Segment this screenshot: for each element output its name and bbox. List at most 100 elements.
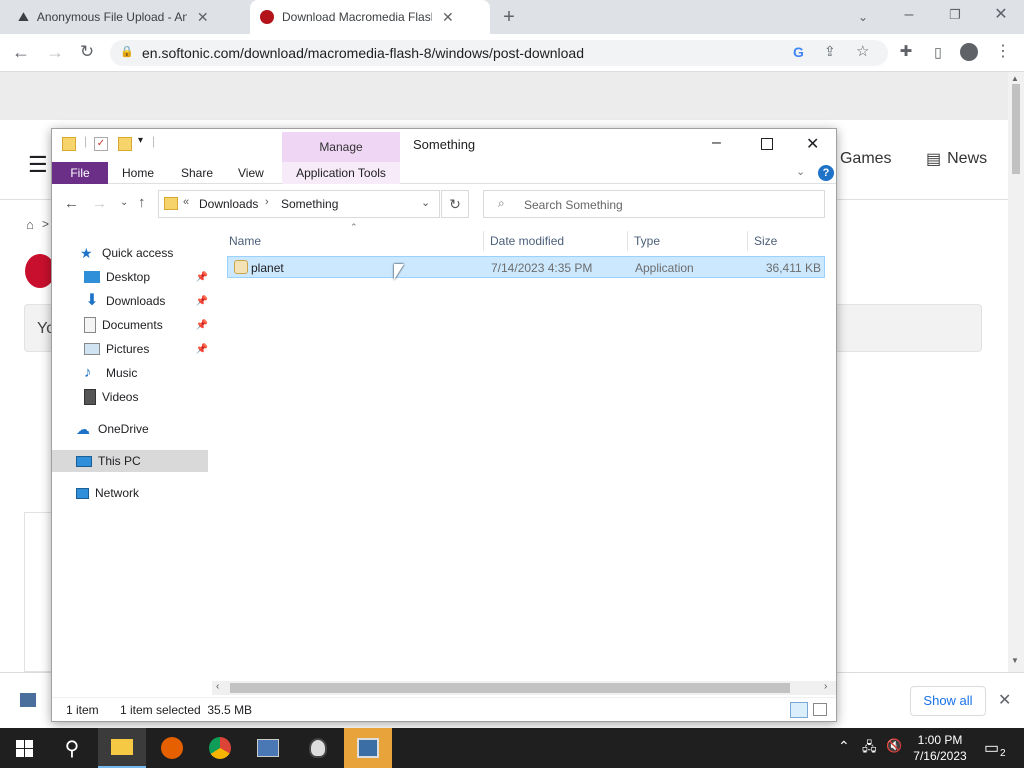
tab-application-tools[interactable]: Application Tools xyxy=(282,162,400,184)
file-explorer-taskbar-button[interactable] xyxy=(98,728,146,768)
videos-icon xyxy=(84,389,96,405)
star-icon: ★ xyxy=(80,245,93,261)
column-name[interactable]: Name xyxy=(229,231,484,251)
large-icons-view-icon[interactable] xyxy=(813,703,827,716)
nav-label: Network xyxy=(95,486,140,500)
close-tab-icon[interactable]: ✕ xyxy=(197,9,209,26)
minimize-icon[interactable]: – xyxy=(712,134,721,152)
windows-logo-icon xyxy=(15,739,33,757)
start-button[interactable] xyxy=(0,728,48,768)
file-size: 36,411 KB xyxy=(765,261,821,275)
breadcrumb-something[interactable]: Something xyxy=(281,197,338,211)
nav-downloads[interactable]: ⬇ Downloads 📌 xyxy=(84,290,208,312)
minimize-window-icon[interactable]: – xyxy=(898,4,920,26)
scrollbar-thumb[interactable] xyxy=(1012,84,1020,174)
mouse-pointer-icon xyxy=(394,264,404,280)
expand-ribbon-icon[interactable]: ⌄ xyxy=(796,165,805,178)
column-date-modified[interactable]: Date modified xyxy=(490,231,628,251)
nav-desktop[interactable]: Desktop 📌 xyxy=(84,266,208,288)
column-size[interactable]: Size xyxy=(754,231,828,251)
qat-dropdown-icon[interactable]: ▾ xyxy=(138,135,143,146)
nav-videos[interactable]: Videos xyxy=(84,386,138,408)
app-taskbar-button[interactable] xyxy=(244,728,292,768)
nav-news[interactable]: ▤ News xyxy=(926,149,987,169)
volume-muted-icon[interactable]: 🔇 xyxy=(886,738,902,754)
close-download-bar-icon[interactable]: ✕ xyxy=(998,690,1011,710)
selection-info: 1 item selected 35.5 MB xyxy=(120,703,253,717)
properties-check-icon[interactable]: ✓ xyxy=(94,137,108,151)
column-type[interactable]: Type xyxy=(634,231,748,251)
bookmark-star-icon[interactable]: ☆ xyxy=(856,42,869,60)
breadcrumb-chevron-icon[interactable]: › xyxy=(265,196,269,208)
horizontal-scroll-thumb[interactable] xyxy=(230,683,790,693)
nav-games-label: Games xyxy=(839,150,892,167)
installer-taskbar-button[interactable] xyxy=(294,728,342,768)
hamburger-icon[interactable]: ☰ xyxy=(28,152,48,178)
nav-onedrive[interactable]: ☁ OneDrive xyxy=(76,418,149,440)
nav-this-pc[interactable]: This PC xyxy=(76,450,141,472)
address-dropdown-icon[interactable]: ⌄ xyxy=(421,196,430,209)
home-icon[interactable]: ⌂ xyxy=(26,217,34,232)
table-row[interactable]: planet 7/14/2023 4:35 PM Application 36,… xyxy=(227,256,825,278)
nav-pictures[interactable]: Pictures 📌 xyxy=(84,338,208,360)
nav-music[interactable]: ♪ Music xyxy=(84,362,137,384)
nav-documents[interactable]: Documents 📌 xyxy=(84,314,208,336)
menu-kebab-icon[interactable]: ⋮ xyxy=(992,41,1014,63)
horizontal-scrollbar[interactable]: ‹ › xyxy=(212,681,836,695)
manage-label: Manage xyxy=(319,140,363,154)
up-arrow-icon[interactable]: ↑ xyxy=(138,194,146,211)
search-box[interactable]: ⌕ Search Something xyxy=(483,190,825,218)
page-scrollbar[interactable]: ▲ ▼ xyxy=(1008,72,1024,672)
scroll-up-icon[interactable]: ▲ xyxy=(1011,74,1019,83)
share-icon[interactable]: ⇪ xyxy=(824,43,836,60)
forward-arrow-icon[interactable]: → xyxy=(92,195,107,212)
nav-quick-access[interactable]: ★ Quick access xyxy=(80,242,173,264)
nav-network[interactable]: Network xyxy=(76,482,139,504)
back-icon[interactable]: ← xyxy=(10,41,32,63)
close-window-icon[interactable]: ✕ xyxy=(990,4,1012,26)
new-tab-icon[interactable]: + xyxy=(498,6,520,28)
anonfiles-favicon-icon: ⛰ xyxy=(18,9,29,24)
help-icon[interactable]: ? xyxy=(818,165,834,181)
address-box[interactable]: « Downloads › Something ⌄ xyxy=(158,190,440,218)
scroll-left-icon[interactable]: ‹ xyxy=(216,681,219,692)
forward-icon[interactable]: → xyxy=(44,41,66,63)
breadcrumb-downloads[interactable]: Downloads xyxy=(199,197,258,211)
details-view-icon[interactable] xyxy=(790,702,808,718)
network-status-icon[interactable]: 🖧 xyxy=(862,738,877,760)
new-folder-icon[interactable] xyxy=(118,137,132,151)
tab-search-chevron-icon[interactable]: ⌄ xyxy=(852,6,874,28)
reload-icon[interactable]: ↻ xyxy=(76,41,98,63)
firefox-taskbar-button[interactable] xyxy=(148,728,196,768)
tab-file[interactable]: File xyxy=(52,162,108,184)
maximize-icon[interactable] xyxy=(761,138,773,150)
tab-share[interactable]: Share xyxy=(181,162,213,184)
tab-anonfiles[interactable]: ⛰ Anonymous File Upload - AnonFiles ✕ xyxy=(8,0,248,34)
google-lens-icon[interactable]: G xyxy=(793,44,804,60)
extensions-icon[interactable]: ✚ xyxy=(895,41,917,63)
setup-taskbar-button[interactable] xyxy=(344,728,392,768)
profile-avatar-icon[interactable] xyxy=(960,43,978,61)
scroll-down-icon[interactable]: ▼ xyxy=(1011,656,1019,665)
close-tab-icon[interactable]: ✕ xyxy=(442,9,454,26)
clock[interactable]: 1:00 PM 7/16/2023 xyxy=(912,732,968,764)
tab-home[interactable]: Home xyxy=(122,162,154,184)
close-icon[interactable]: ✕ xyxy=(806,134,819,154)
search-taskbar-icon[interactable]: ⚲ xyxy=(48,728,96,768)
tab-softonic[interactable]: Download Macromedia Flash 8 8.0 ✕ xyxy=(250,0,490,34)
notification-center-icon[interactable]: ▭ xyxy=(984,738,999,758)
tab-view[interactable]: View xyxy=(238,162,264,184)
scroll-right-icon[interactable]: › xyxy=(824,681,827,692)
refresh-icon[interactable]: ↻ xyxy=(441,190,469,218)
breadcrumb-overflow[interactable]: « xyxy=(183,196,189,208)
status-bar: 1 item 1 item selected 35.5 MB xyxy=(52,697,836,721)
show-all-button[interactable]: Show all xyxy=(910,686,986,716)
side-panel-icon[interactable]: ▯ xyxy=(927,41,949,63)
recent-locations-icon[interactable]: ⌄ xyxy=(120,197,128,208)
chrome-taskbar-button[interactable] xyxy=(196,728,244,768)
show-hidden-icons-icon[interactable]: ⌃ xyxy=(838,738,850,755)
address-bar[interactable]: 🔒 en.softonic.com/download/macromedia-fl… xyxy=(110,40,888,66)
back-arrow-icon[interactable]: ← xyxy=(64,195,79,212)
download-file-icon[interactable] xyxy=(20,693,36,707)
restore-window-icon[interactable]: ❐ xyxy=(944,4,966,26)
